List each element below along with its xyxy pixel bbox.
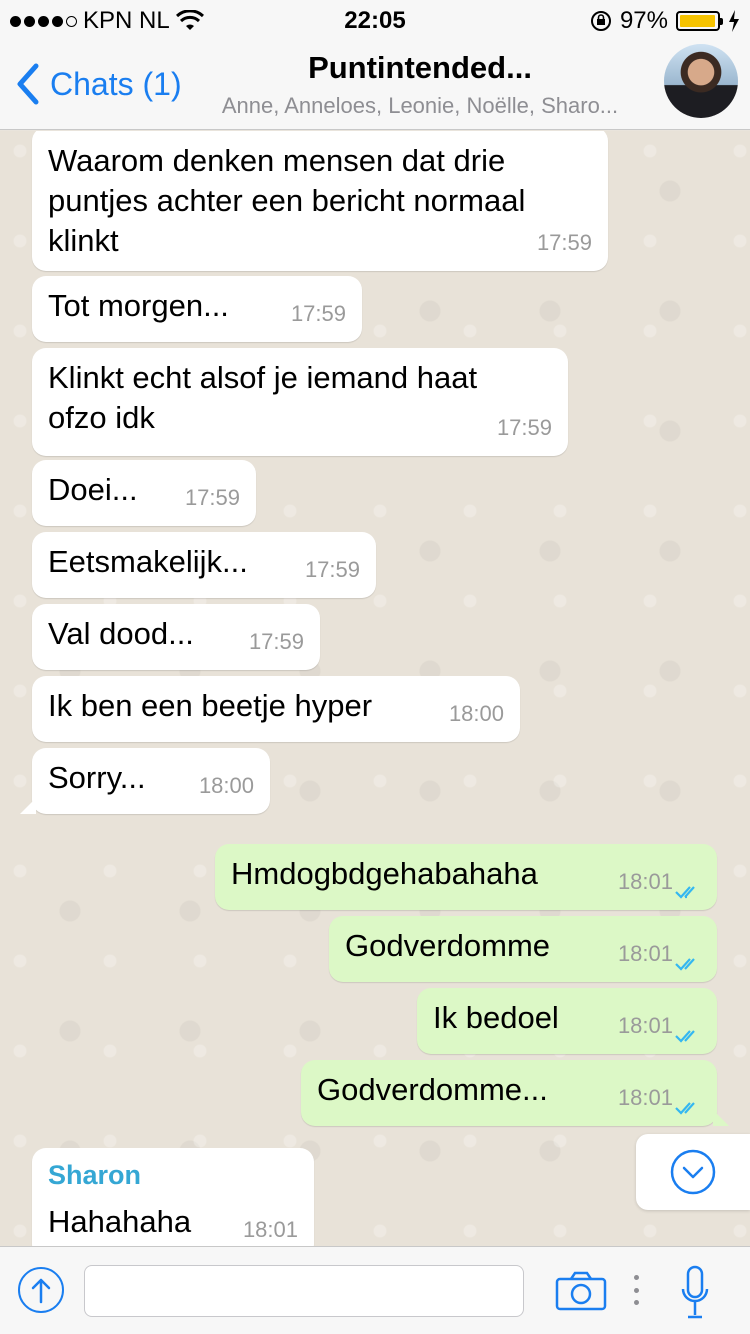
incoming-message[interactable]: Ik ben een beetje hyper 18:00 [32, 676, 520, 742]
message-text: Klinkt echt alsof je iemand haat ofzo id… [48, 360, 478, 435]
read-receipt-icon [675, 886, 695, 899]
outgoing-message[interactable]: Godverdomme... 18:01 [301, 1060, 729, 1126]
message-time: 18:01 [617, 869, 673, 894]
read-receipt-icon [675, 1030, 695, 1043]
battery-percent: 97% [619, 7, 668, 34]
read-receipt-icon [675, 1102, 695, 1115]
incoming-message[interactable]: Sharon Hahahaha 18:01 [32, 1148, 314, 1246]
upload-icon [31, 1278, 51, 1304]
incoming-message[interactable]: Val dood... 17:59 [32, 604, 320, 670]
message-time: 17:59 [184, 485, 240, 510]
more-icon[interactable] [634, 1275, 640, 1305]
message-time: 18:01 [242, 1217, 298, 1242]
status-bar: KPN NL 22:05 97% [0, 0, 750, 40]
read-receipt-icon [675, 958, 695, 971]
back-chevron-icon [17, 63, 39, 105]
message-time: 18:00 [198, 773, 254, 798]
incoming-message[interactable]: Doei... 17:59 [32, 460, 256, 526]
incoming-message[interactable]: Waarom denken mensen dat drie puntjes ac… [32, 131, 608, 271]
outgoing-message[interactable]: Godverdomme 18:01 [329, 916, 717, 982]
sender-name[interactable]: Sharon [48, 1158, 298, 1192]
message-time: 18:01 [617, 941, 673, 966]
incoming-message[interactable]: Eetsmakelijk... 17:59 [32, 532, 376, 598]
incoming-message[interactable]: Tot morgen... 17:59 [32, 276, 362, 342]
camera-icon[interactable] [555, 1271, 607, 1311]
message-list[interactable]: Waarom denken mensen dat drie puntjes ac… [0, 131, 750, 1246]
microphone-icon[interactable] [680, 1265, 710, 1321]
battery-icon [676, 11, 723, 31]
lock-rotation-icon [590, 11, 611, 31]
chat-header: Chats (1) Puntintended... Anne, Anneloes… [0, 40, 750, 130]
message-time: 17:59 [304, 557, 360, 582]
group-avatar[interactable] [664, 44, 738, 118]
message-time: 17:59 [290, 301, 346, 326]
composer-bar [0, 1246, 750, 1334]
message-time: 17:59 [496, 415, 552, 440]
incoming-message[interactable]: Sorry... 18:00 [20, 748, 270, 814]
outgoing-message[interactable]: Hmdogbdgehabahaha 18:01 [215, 844, 717, 910]
back-label: Chats (1) [50, 65, 182, 102]
incoming-message[interactable]: Klinkt echt alsof je iemand haat ofzo id… [32, 348, 568, 456]
message-time: 18:01 [617, 1013, 673, 1038]
outgoing-message[interactable]: Ik bedoel 18:01 [417, 988, 717, 1054]
message-time: 18:00 [448, 701, 504, 726]
scroll-down-icon [670, 1149, 716, 1195]
message-input[interactable] [84, 1265, 524, 1317]
message-text: Waarom denken mensen dat drie puntjes ac… [48, 143, 526, 258]
message-time: 17:59 [536, 230, 592, 255]
message-text: Ik ben een beetje hyper [48, 688, 373, 723]
group-title[interactable]: Puntintended... [190, 50, 650, 86]
group-members[interactable]: Anne, Anneloes, Leonie, Noëlle, Sharo... [190, 93, 650, 119]
back-button[interactable]: Chats (1) [14, 62, 182, 106]
message-time: 17:59 [248, 629, 304, 654]
scroll-to-bottom-button[interactable] [636, 1134, 750, 1210]
message-time: 18:01 [617, 1085, 673, 1110]
attach-button[interactable] [18, 1267, 64, 1313]
status-right: 97% [590, 7, 740, 35]
charging-icon [729, 10, 739, 32]
